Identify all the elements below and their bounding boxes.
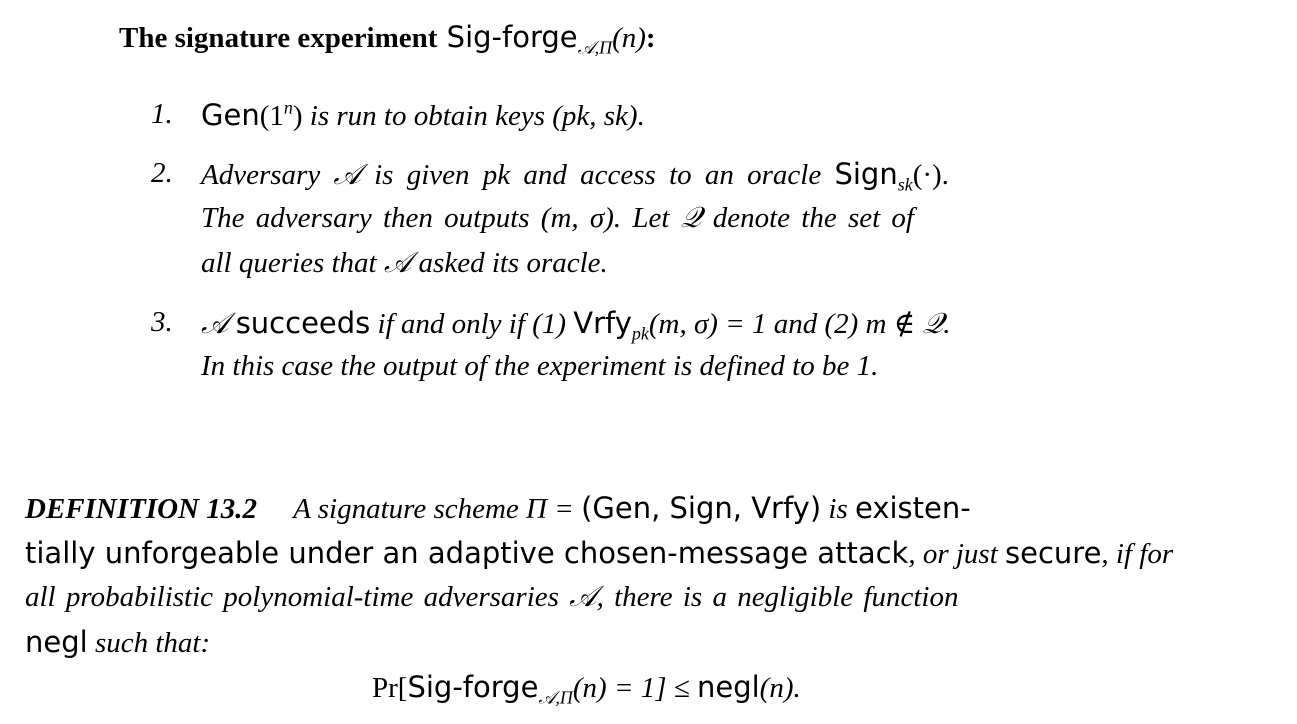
step-2-line-2: The adversary then outputs (m, σ). Let 𝒬…	[201, 202, 914, 234]
experiment-title: The signature experiment Sig-forge𝒜,Π(n)…	[119, 20, 656, 58]
definition-line-4: negl such that:	[25, 625, 211, 659]
experiment-title-arg: (n)	[612, 22, 646, 54]
definition-label: DEFINITION 13.2	[25, 493, 258, 525]
step-3-number: 3.	[151, 306, 173, 338]
step-1-gen: Gen	[201, 98, 260, 132]
step-2-sign: Sign	[834, 157, 898, 191]
step-3-vrfy: Vrfy	[573, 306, 632, 340]
textbook-page: The signature experiment Sig-forge𝒜,Π(n)…	[0, 0, 1297, 724]
experiment-title-bold: The signature experiment	[119, 22, 438, 54]
step-1-rest: is run to obtain keys (pk, sk).	[309, 100, 645, 132]
step-3-line-1: 𝒜 succeeds if and only if (1) Vrfypk(m, …	[201, 306, 951, 344]
definition-line-3: all probabilistic polynomial-time advers…	[25, 581, 959, 613]
step-1-number: 1.	[151, 98, 173, 130]
step-3-succeeds: succeeds	[235, 306, 371, 340]
step-1-line-1: Gen(1n) is run to obtain keys (pk, sk).	[201, 97, 645, 132]
step-2-number: 2.	[151, 157, 173, 189]
definition-tuple: (Gen, Sign, Vrfy)	[581, 491, 822, 525]
step-2-line-1: Adversary 𝒜 is given pk and access to an…	[201, 157, 949, 195]
experiment-title-sub: 𝒜,Π	[577, 37, 613, 58]
definition-line-1: DEFINITION 13.2 A signature scheme Π = (…	[25, 491, 971, 525]
definition-formula: Pr[Sig-forge𝒜,Π(n) = 1] ≤ negl(n).	[372, 670, 801, 708]
definition-line-2: tially unforgeable under an adaptive cho…	[25, 536, 1174, 570]
step-2-line-3: all queries that 𝒜 asked its oracle.	[201, 247, 608, 279]
experiment-title-func: Sig-forge	[446, 20, 578, 54]
step-3-line-2: In this case the output of the experimen…	[201, 350, 879, 382]
experiment-title-colon: :	[645, 22, 656, 54]
